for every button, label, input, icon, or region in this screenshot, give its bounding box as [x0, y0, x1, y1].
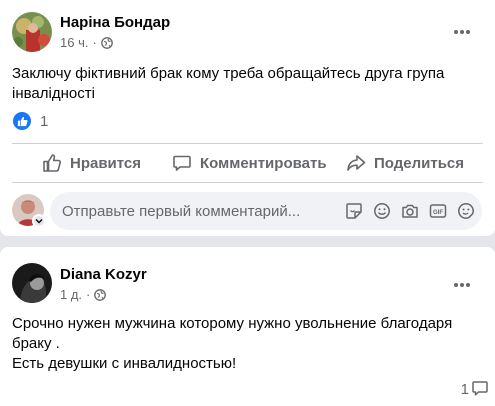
post-card-2: Diana Kozyr 1 д. · Срочно нужен мужчина … — [0, 247, 495, 406]
share-arrow-icon — [346, 153, 366, 173]
current-user-avatar[interactable] — [12, 194, 46, 228]
comment-composer[interactable]: GIF — [50, 192, 482, 230]
author-avatar[interactable] — [12, 263, 52, 303]
globe-icon — [94, 288, 107, 301]
post-body: Заключу фіктивний брак кому треба обраща… — [12, 65, 445, 102]
post-time[interactable]: 1 д. — [60, 287, 82, 302]
post-time[interactable]: 16 ч. — [60, 35, 88, 50]
avatar-sticker-icon[interactable] — [456, 201, 476, 221]
meta-separator: · — [92, 35, 97, 50]
avatar-image — [12, 12, 52, 52]
comment-tools: GIF — [344, 201, 476, 221]
reactions-summary[interactable]: 1 — [13, 112, 48, 130]
like-button[interactable]: Нравится — [42, 146, 141, 180]
share-label: Поделиться — [374, 154, 465, 172]
meta-separator: · — [86, 287, 91, 302]
comment-input[interactable] — [62, 192, 322, 230]
like-reaction-icon — [13, 112, 31, 130]
divider-top — [12, 143, 483, 144]
author-name[interactable]: Diana Kozyr — [60, 266, 147, 283]
divider-bottom — [12, 182, 483, 183]
globe-icon — [100, 36, 113, 49]
reaction-count[interactable]: 1 — [40, 113, 48, 130]
comment-count-value: 1 — [460, 381, 469, 398]
like-label: Нравится — [70, 154, 142, 172]
author-avatar[interactable] — [12, 12, 52, 52]
more-options-icon[interactable] — [452, 22, 472, 42]
post-body: Срочно нужен мужчина которому нужно увол… — [12, 314, 482, 374]
gif-icon[interactable]: GIF — [428, 201, 448, 221]
comment-button[interactable]: Комментировать — [172, 146, 327, 180]
avatar-image — [12, 263, 52, 303]
thumbs-up-icon — [42, 153, 62, 173]
post-meta: 1 д. · — [60, 287, 107, 302]
share-button[interactable]: Поделиться — [346, 146, 464, 180]
post-line-2: браку . — [12, 335, 60, 352]
post-line-3: Есть девушки с инвалидностью! — [12, 355, 237, 372]
post-meta: 16 ч. · — [60, 35, 113, 50]
emoji-icon[interactable] — [372, 201, 392, 221]
comment-count[interactable]: 1 — [461, 381, 469, 398]
chevron-down-icon[interactable] — [32, 214, 46, 228]
comment-label: Комментировать — [200, 154, 327, 172]
author-name[interactable]: Наріна Бондар — [60, 14, 170, 31]
comment-bubble-icon[interactable] — [471, 378, 491, 398]
sticker-icon[interactable] — [344, 201, 364, 221]
post-line-1: Срочно нужен мужчина которому нужно увол… — [12, 315, 453, 332]
more-options-icon[interactable] — [452, 275, 472, 295]
post-card-1: Наріна Бондар 16 ч. · Заключу фіктивний … — [0, 0, 495, 236]
comment-bubble-icon — [172, 153, 192, 173]
svg-text:GIF: GIF — [433, 210, 443, 216]
camera-icon[interactable] — [400, 201, 420, 221]
